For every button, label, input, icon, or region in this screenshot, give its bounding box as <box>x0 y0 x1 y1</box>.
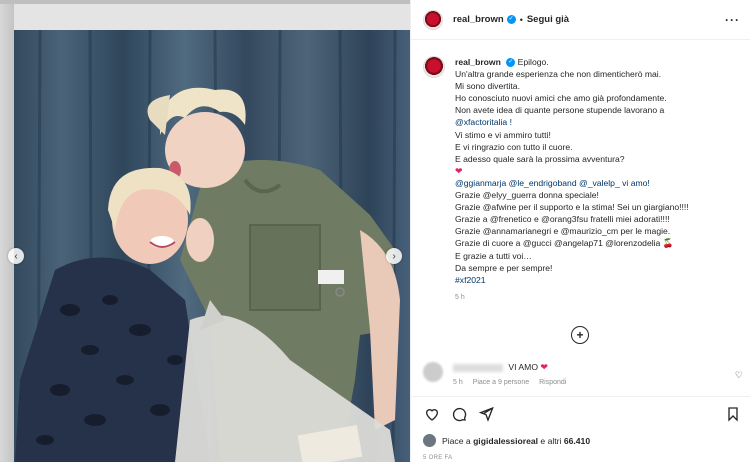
caption-line: Grazie a @frenetico e @orang3fsu fratell… <box>455 214 670 225</box>
likes-summary: Piace a gigidalessioreal e altri 66.410 <box>423 434 590 447</box>
heart-emoji: ❤ <box>540 362 548 372</box>
comment-likes[interactable]: Piace a 9 persone <box>473 379 529 386</box>
heart-emoji: ❤ <box>455 165 463 176</box>
caption-line: Grazie @elyy_guerra donna speciale! <box>455 190 599 201</box>
author-username[interactable]: real_brown <box>453 14 504 25</box>
caption-line: Grazie @annamarianegri e @maurizio_cm pe… <box>455 226 671 237</box>
likes-count[interactable]: 66.410 <box>564 436 590 446</box>
verified-badge-icon: ✓ <box>506 58 516 68</box>
blurred-username[interactable] <box>453 363 503 372</box>
caption-line: Grazie @afwine per il supporto e la stim… <box>455 202 689 213</box>
caption-text: real_brown ✓ Epilogo. Un'altra grande es… <box>455 56 735 304</box>
verified-badge-icon: ✓ <box>506 15 516 24</box>
post-actions-bar <box>411 396 750 430</box>
caption-line: E adesso quale sarà la prossima avventur… <box>455 153 625 164</box>
follow-status-button[interactable]: Segui già <box>527 14 569 25</box>
chevron-right-icon: › <box>392 250 396 262</box>
caption-line: E vi ringrazio con tutto il cuore. <box>455 141 573 152</box>
caption-line: Vi stimo e vi ammiro tutti! <box>455 129 551 140</box>
caption-line: Un'altra grande esperienza che non dimen… <box>455 69 662 80</box>
caption-username[interactable]: real_brown <box>455 57 501 67</box>
instagram-post-dialog: ‹ › real_brown ✓ • Segui già ··· real_br… <box>0 0 750 462</box>
hashtag-link[interactable]: #xf2021 <box>455 274 735 286</box>
post-photo[interactable]: ‹ › <box>0 0 410 462</box>
reply-button[interactable]: Rispondi <box>539 379 566 386</box>
heart-icon[interactable] <box>423 405 440 422</box>
caption-line: Ho conosciuto nuovi amici che amo già pr… <box>455 93 667 104</box>
caption-first-line: real_brown ✓ Epilogo. <box>455 56 735 68</box>
caption-author-avatar[interactable] <box>423 56 445 78</box>
author-avatar[interactable] <box>423 9 443 30</box>
comment-text: VI AMO <box>508 362 538 372</box>
mention-line[interactable]: @ggianmarja @le_endrigoband @_valelp_ vi… <box>455 177 735 189</box>
caption-time: 5 h <box>455 293 465 301</box>
caption-line: Da sempre e per sempre! <box>455 262 553 273</box>
chevron-left-icon: ‹ <box>14 250 18 262</box>
caption-block: real_brown ✓ Epilogo. Un'altra grande es… <box>411 40 750 304</box>
previous-photo-button[interactable]: ‹ <box>8 248 24 264</box>
more-horizontal-icon[interactable]: ··· <box>725 13 740 27</box>
post-date: 5 ORE FA <box>423 455 453 461</box>
separator-dot: • <box>519 14 523 25</box>
likes-suffix: e altri <box>540 435 562 446</box>
caption-line: E grazie a tutti voi… <box>455 250 532 261</box>
liker-avatar[interactable] <box>423 434 436 447</box>
caption-line: Grazie di cuore a @gucci @angelap71 @lor… <box>455 238 674 249</box>
commenter-avatar[interactable] <box>423 362 443 382</box>
post-header: real_brown ✓ • Segui già ··· <box>411 0 750 40</box>
caption-line: Epilogo. <box>517 57 549 67</box>
comment-time: 5 h <box>453 379 463 386</box>
comment-body: VI AMO ❤ 5 h Piace a 9 persone Rispondi <box>453 362 574 386</box>
caption-line: Mi sono divertita. <box>455 81 520 92</box>
bookmark-icon[interactable] <box>724 405 741 422</box>
plus-circle-icon: + <box>576 328 584 342</box>
load-more-comments-button[interactable]: + <box>571 326 589 344</box>
share-icon[interactable] <box>477 405 494 422</box>
photo-illustration <box>0 0 410 462</box>
caption-line: Non avete idea di quante persone stupend… <box>455 105 665 116</box>
comment-item: VI AMO ❤ 5 h Piace a 9 persone Rispondi … <box>423 362 743 386</box>
comment-meta: 5 h Piace a 9 persone Rispondi <box>453 379 574 386</box>
next-photo-button[interactable]: › <box>386 248 402 264</box>
mention-link[interactable]: @xfactoritalia ! <box>455 116 735 128</box>
comment-icon[interactable] <box>450 405 467 422</box>
comment-like-heart-icon[interactable]: ♡ <box>735 370 743 381</box>
liker-username[interactable]: gigidalessioreal <box>473 436 538 446</box>
post-side-panel: real_brown ✓ • Segui già ··· real_brown … <box>410 0 750 462</box>
likes-prefix: Piace a <box>442 435 471 446</box>
